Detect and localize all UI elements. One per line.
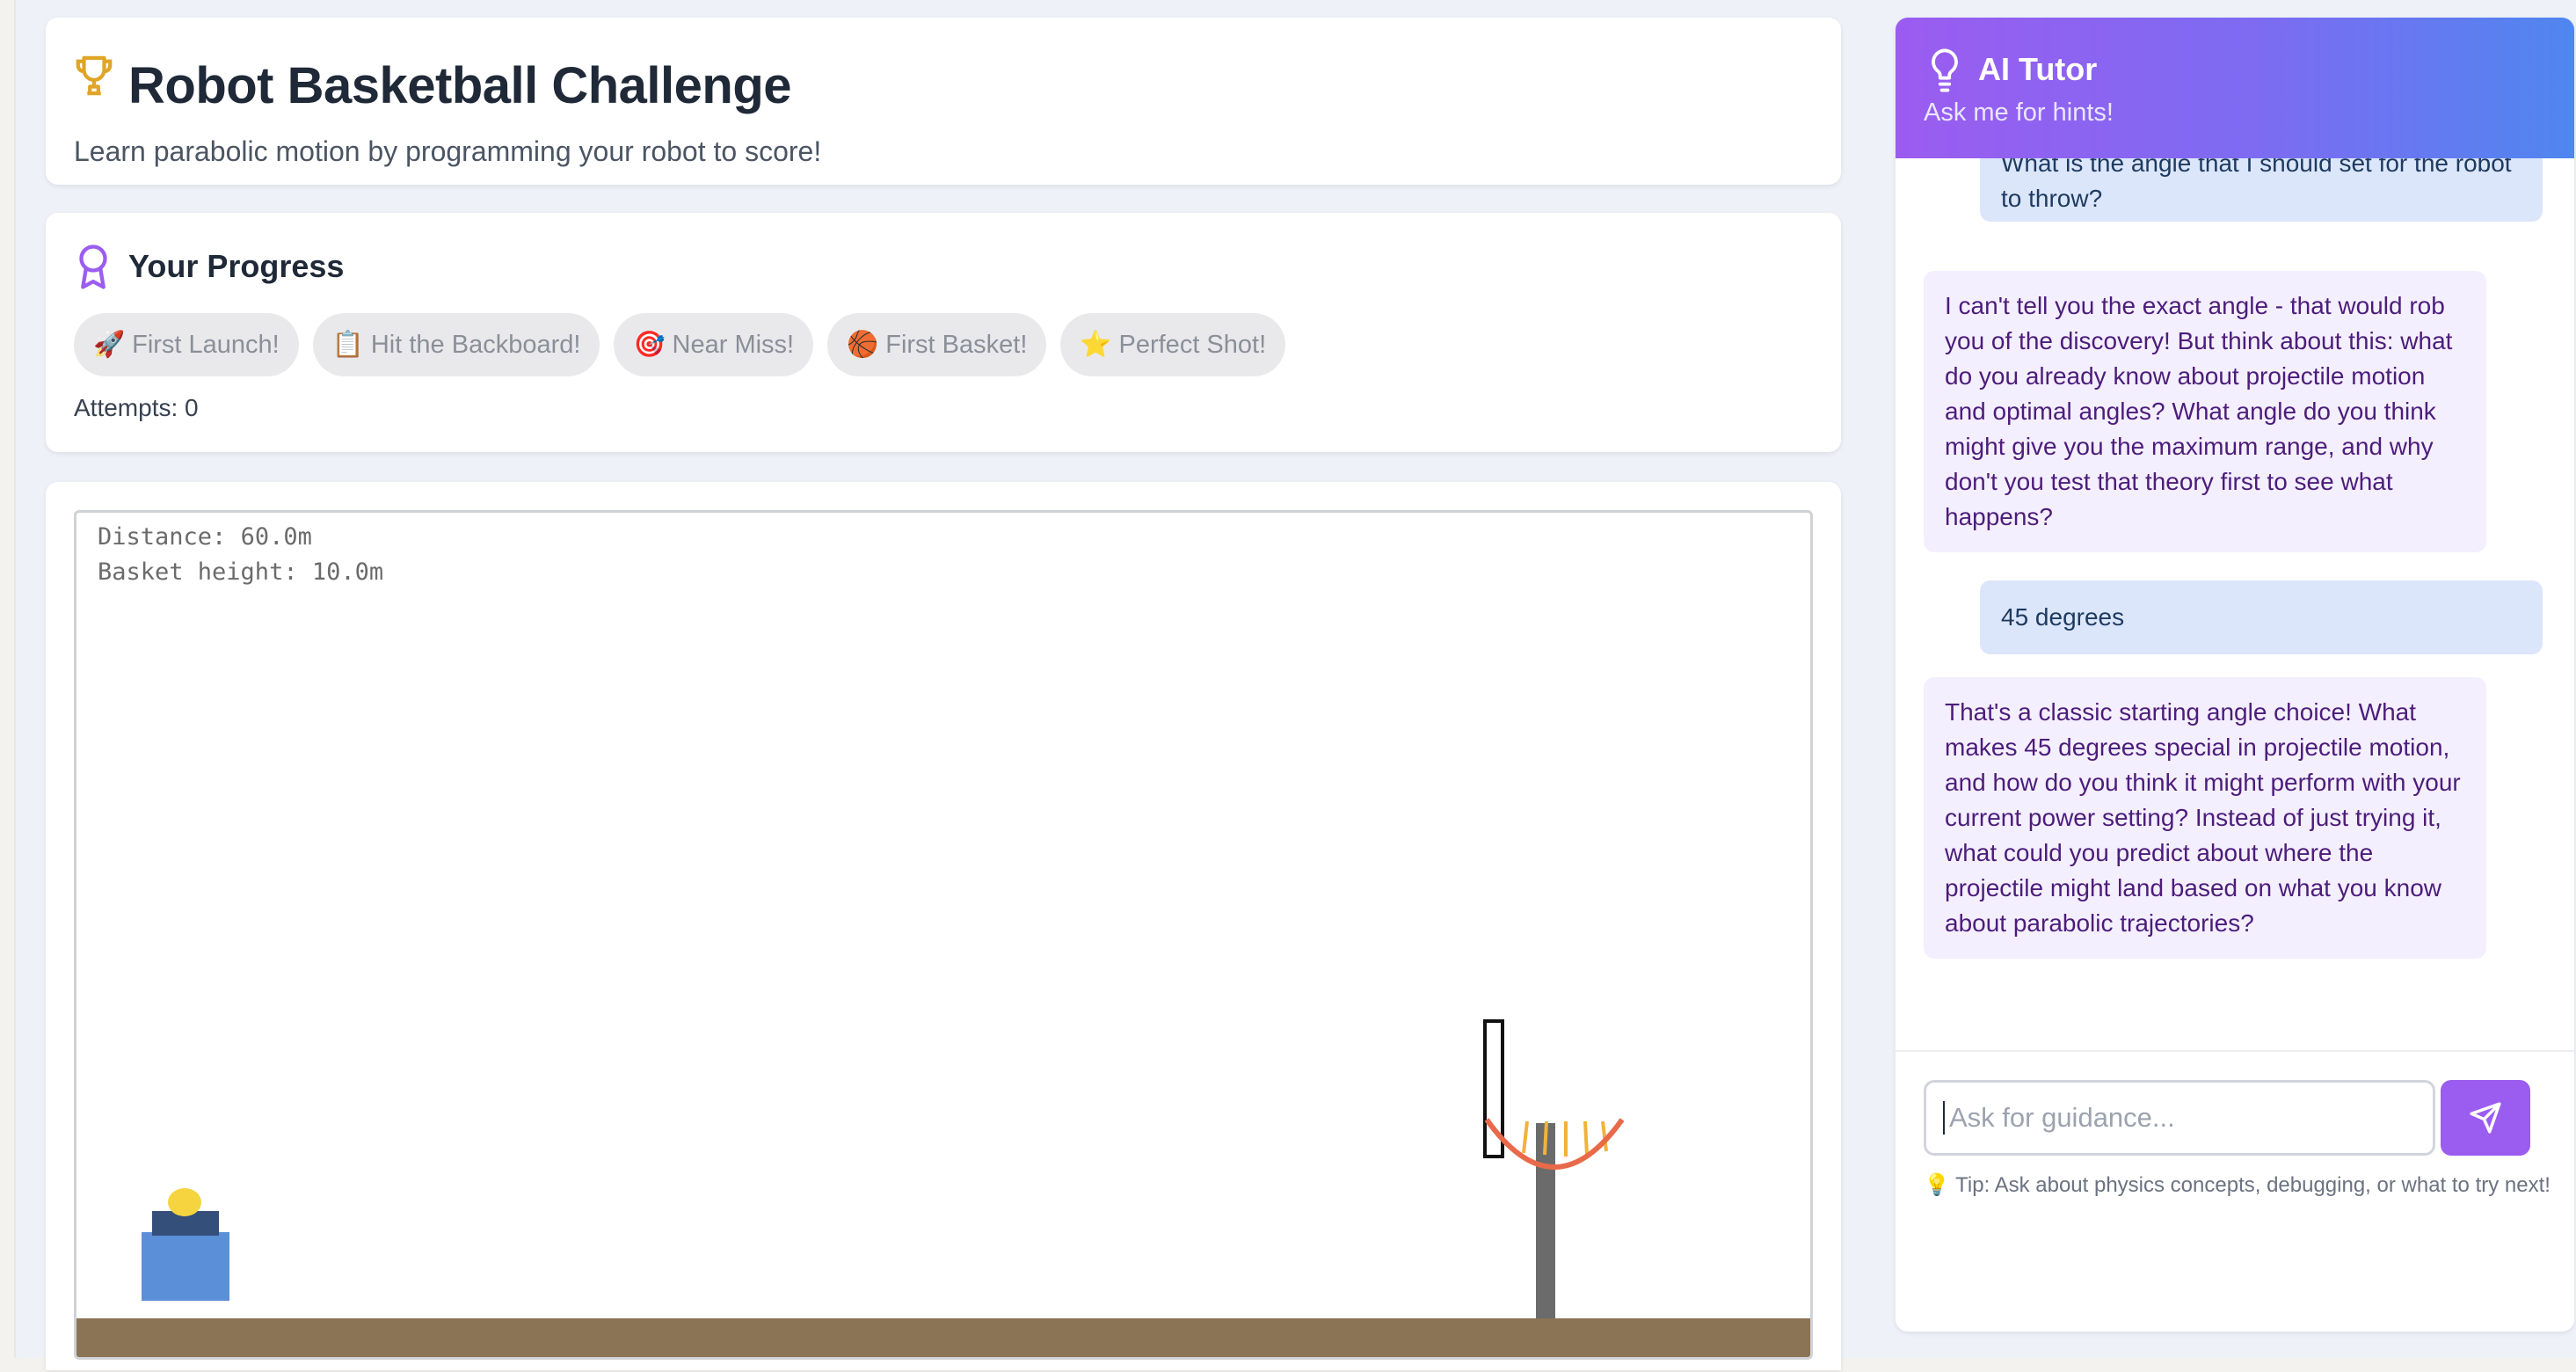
text-cursor [1943, 1101, 1945, 1135]
basketball-icon: 🏀 [847, 331, 879, 359]
badge-first-launch: 🚀 First Launch! [74, 313, 299, 376]
ball [168, 1188, 201, 1216]
badge-hit-backboard: 📋 Hit the Backboard! [312, 313, 600, 376]
send-button[interactable] [2441, 1080, 2530, 1156]
tutor-title: AI Tutor [1978, 51, 2098, 87]
badge-near-miss: 🎯 Near Miss! [614, 313, 814, 376]
rocket-icon: 🚀 [93, 331, 126, 359]
badge-label: Perfect Shot! [1118, 330, 1267, 359]
hoop-rim [1484, 1118, 1625, 1170]
badge-perfect-shot: ⭐ Perfect Shot! [1060, 313, 1286, 376]
app-root: Robot Basketball Challenge Learn parabol… [14, 0, 2576, 1370]
robot-body [142, 1232, 229, 1301]
page-title: Robot Basketball Challenge [128, 57, 792, 114]
ribbon-icon [79, 244, 107, 289]
tutor-message: I can't tell you the exact angle - that … [1924, 271, 2486, 552]
badge-first-basket: 🏀 First Basket! [827, 313, 1047, 376]
tutor-subtitle: Ask me for hints! [1924, 99, 2114, 127]
badge-label: Hit the Backboard! [370, 330, 581, 359]
attempts-counter: Attempts: 0 [74, 394, 199, 422]
distance-readout: Distance: 60.0m [98, 523, 312, 551]
page-subtitle: Learn parabolic motion by programming yo… [74, 135, 822, 167]
game-card: Distance: 60.0m Basket height: 10.0m [46, 482, 1841, 1370]
badge-label: First Basket! [885, 330, 1028, 359]
achievement-badges: 🚀 First Launch! 📋 Hit the Backboard! 🎯 N… [74, 313, 1286, 376]
badge-label: First Launch! [132, 330, 280, 359]
clipboard-icon: 📋 [331, 331, 364, 359]
star-icon: ⭐ [1080, 331, 1112, 359]
tip-text: 💡 Tip: Ask about physics concepts, debug… [1924, 1173, 2551, 1197]
tutor-header: AI Tutor Ask me for hints! [1896, 18, 2574, 158]
divider [1896, 1050, 2574, 1052]
attempts-value: 0 [185, 394, 199, 421]
send-icon [2470, 1102, 2501, 1134]
lightbulb-icon [1932, 48, 1958, 92]
header-card: Robot Basketball Challenge Learn parabol… [46, 18, 1841, 185]
trophy-icon [76, 55, 113, 96]
user-message: 45 degrees [1980, 580, 2543, 654]
ground [76, 1318, 1810, 1357]
target-icon: 🎯 [633, 331, 666, 359]
tutor-message: That's a classic starting angle choice! … [1924, 677, 2486, 959]
progress-card: Your Progress 🚀 First Launch! 📋 Hit the … [46, 213, 1841, 452]
ai-tutor-panel: AI Tutor Ask me for hints! What is the a… [1896, 18, 2574, 1332]
badge-label: Near Miss! [672, 330, 795, 359]
basket-height-readout: Basket height: 10.0m [98, 558, 384, 586]
chat-messages[interactable]: What is the angle that I should set for … [1896, 158, 2574, 1052]
game-canvas[interactable]: Distance: 60.0m Basket height: 10.0m [74, 510, 1813, 1360]
user-message: What is the angle that I should set for … [1980, 158, 2543, 222]
progress-title: Your Progress [128, 248, 345, 284]
guidance-input[interactable] [1924, 1080, 2435, 1156]
attempts-label: Attempts: [74, 394, 178, 421]
